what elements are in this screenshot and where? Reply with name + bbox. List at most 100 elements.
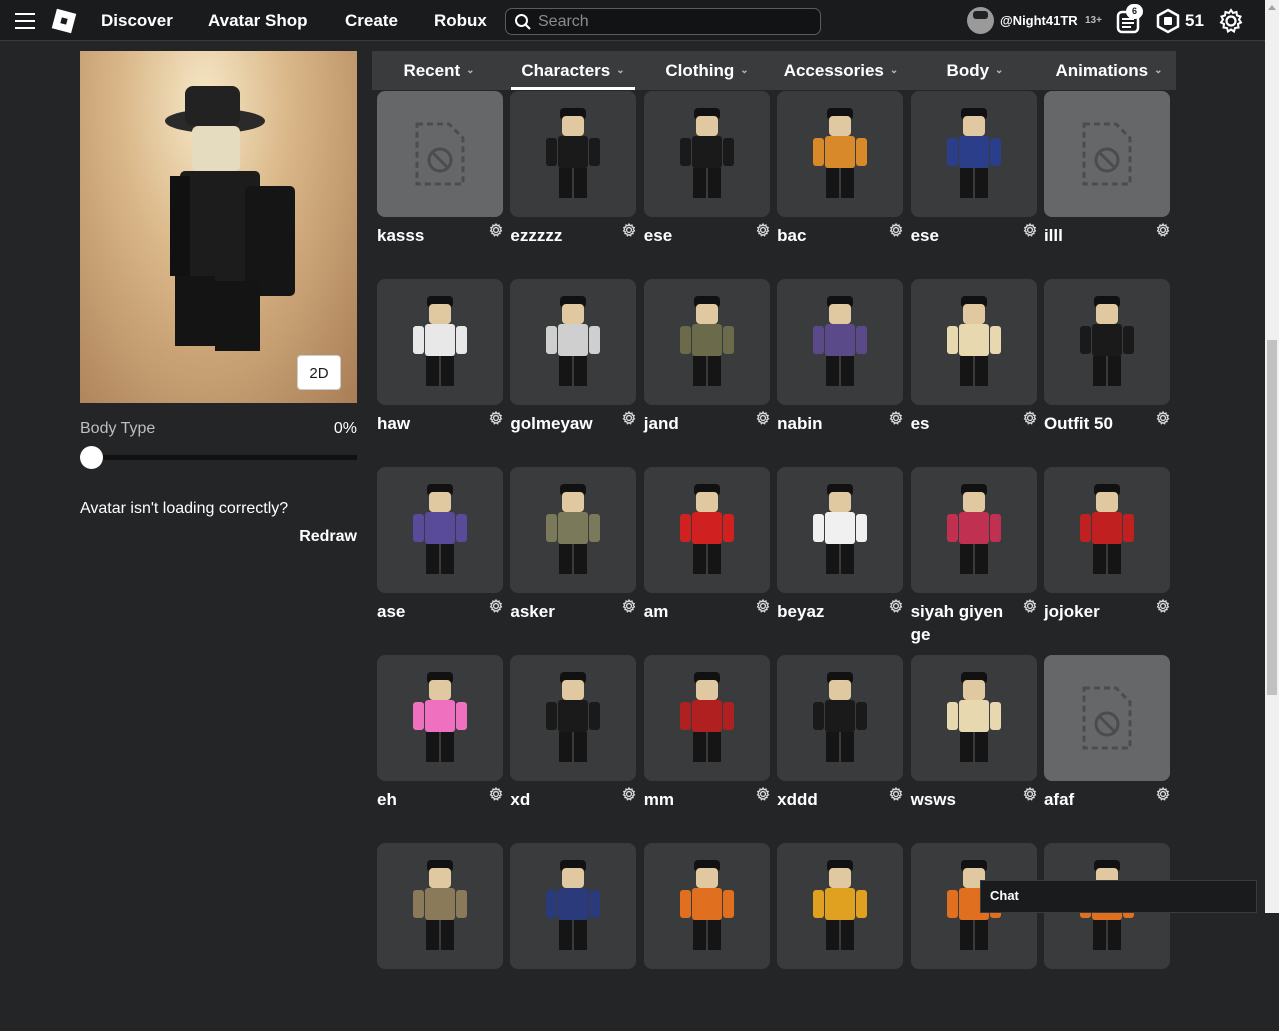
character-card[interactable]: mm (643, 655, 770, 843)
character-thumbnail[interactable] (777, 843, 904, 969)
gear-icon[interactable] (1156, 786, 1170, 806)
character-name[interactable]: eh (377, 788, 482, 811)
gear-icon[interactable] (1023, 222, 1037, 242)
character-thumbnail[interactable] (510, 279, 637, 405)
character-card[interactable]: Outfit 50 (1043, 279, 1170, 467)
gear-icon[interactable] (756, 410, 770, 430)
character-card[interactable]: afaf (1043, 655, 1170, 843)
character-card[interactable]: wsws (910, 655, 1037, 843)
gear-icon[interactable] (1156, 598, 1170, 618)
gear-icon[interactable] (756, 222, 770, 242)
character-thumbnail[interactable] (377, 655, 503, 781)
character-card[interactable]: nabin (777, 279, 904, 467)
character-name[interactable]: kasss (377, 224, 482, 247)
username[interactable]: @Night41TR (1000, 13, 1078, 28)
settings-gear-icon[interactable] (1218, 8, 1244, 34)
character-card[interactable] (910, 843, 1037, 1031)
character-name[interactable]: jojoker (1044, 600, 1149, 623)
character-name[interactable]: bac (777, 224, 882, 247)
page-scrollbar[interactable] (1265, 0, 1279, 913)
tab-accessories[interactable]: Accessories ⌄ (774, 51, 908, 90)
gear-icon[interactable] (889, 786, 903, 806)
gear-icon[interactable] (889, 598, 903, 618)
tab-recent[interactable]: Recent ⌄ (372, 51, 506, 90)
slider-knob[interactable] (80, 446, 103, 469)
character-name[interactable]: ezzzzz (510, 224, 615, 247)
character-thumbnail[interactable] (510, 843, 637, 969)
character-thumbnail[interactable] (1043, 91, 1170, 217)
character-thumbnail[interactable] (510, 467, 637, 593)
character-name[interactable]: am (644, 600, 749, 623)
character-name[interactable]: asker (510, 600, 615, 623)
character-thumbnail[interactable] (777, 655, 904, 781)
gear-icon[interactable] (1023, 786, 1037, 806)
gear-icon[interactable] (489, 598, 503, 618)
character-thumbnail[interactable] (643, 843, 770, 969)
character-card[interactable] (1043, 843, 1170, 1031)
character-thumbnail[interactable] (377, 467, 503, 593)
character-thumbnail[interactable] (643, 279, 770, 405)
character-thumbnail[interactable] (643, 467, 770, 593)
character-thumbnail[interactable] (910, 467, 1037, 593)
nav-robux[interactable]: Robux (434, 11, 487, 31)
character-card[interactable]: ase (377, 467, 503, 655)
character-card[interactable]: bac (777, 91, 904, 279)
character-card[interactable]: xddd (777, 655, 904, 843)
character-thumbnail[interactable] (377, 843, 503, 969)
gear-icon[interactable] (756, 598, 770, 618)
character-card[interactable]: am (643, 467, 770, 655)
gear-icon[interactable] (489, 410, 503, 430)
character-card[interactable] (643, 843, 770, 1031)
character-card[interactable]: golmeyaw (510, 279, 637, 467)
nav-create[interactable]: Create (345, 11, 398, 31)
gear-icon[interactable] (622, 222, 636, 242)
character-thumbnail[interactable] (377, 279, 503, 405)
redraw-button[interactable]: Redraw (80, 528, 357, 546)
character-name[interactable]: ase (377, 600, 482, 623)
tab-animations[interactable]: Animations ⌄ (1042, 51, 1176, 90)
body-type-slider[interactable] (80, 445, 357, 469)
tab-clothing[interactable]: Clothing ⌄ (640, 51, 774, 90)
tab-body[interactable]: Body ⌄ (908, 51, 1042, 90)
character-thumbnail[interactable] (1043, 467, 1170, 593)
gear-icon[interactable] (1156, 410, 1170, 430)
character-card[interactable]: eh (377, 655, 503, 843)
character-thumbnail[interactable] (1043, 655, 1170, 781)
character-name[interactable]: beyaz (777, 600, 882, 623)
character-name[interactable]: illl (1044, 224, 1149, 247)
character-card[interactable]: ese (910, 91, 1037, 279)
character-name[interactable]: xddd (777, 788, 882, 811)
character-card[interactable]: jojoker (1043, 467, 1170, 655)
character-name[interactable]: wsws (911, 788, 1016, 811)
gear-icon[interactable] (756, 786, 770, 806)
nav-avatar-shop[interactable]: Avatar Shop (208, 11, 308, 31)
character-name[interactable]: haw (377, 412, 482, 435)
character-name[interactable]: nabin (777, 412, 882, 435)
character-card[interactable]: asker (510, 467, 637, 655)
character-card[interactable]: jand (643, 279, 770, 467)
character-card[interactable]: ese (643, 91, 770, 279)
character-name[interactable]: golmeyaw (510, 412, 615, 435)
character-thumbnail[interactable] (777, 91, 904, 217)
character-name[interactable]: jand (644, 412, 749, 435)
slider-track[interactable] (80, 455, 357, 460)
character-card[interactable]: kasss (377, 91, 503, 279)
gear-icon[interactable] (1023, 410, 1037, 430)
user-avatar[interactable] (967, 7, 994, 34)
character-thumbnail[interactable] (643, 91, 770, 217)
character-name[interactable]: mm (644, 788, 749, 811)
robux-balance[interactable]: 51 (1185, 11, 1204, 31)
robux-icon[interactable] (1155, 8, 1181, 34)
menu-icon[interactable] (15, 13, 35, 29)
character-card[interactable] (510, 843, 637, 1031)
roblox-logo[interactable] (51, 8, 77, 34)
character-card[interactable]: es (910, 279, 1037, 467)
chat-panel[interactable]: Chat (980, 880, 1257, 913)
tab-characters[interactable]: Characters ⌄ (506, 51, 640, 90)
character-card[interactable]: haw (377, 279, 503, 467)
character-name[interactable]: Outfit 50 (1044, 412, 1149, 435)
character-name[interactable]: xd (510, 788, 615, 811)
search-input[interactable] (538, 12, 808, 31)
gear-icon[interactable] (1156, 222, 1170, 242)
scrollbar-thumb[interactable] (1267, 340, 1277, 695)
